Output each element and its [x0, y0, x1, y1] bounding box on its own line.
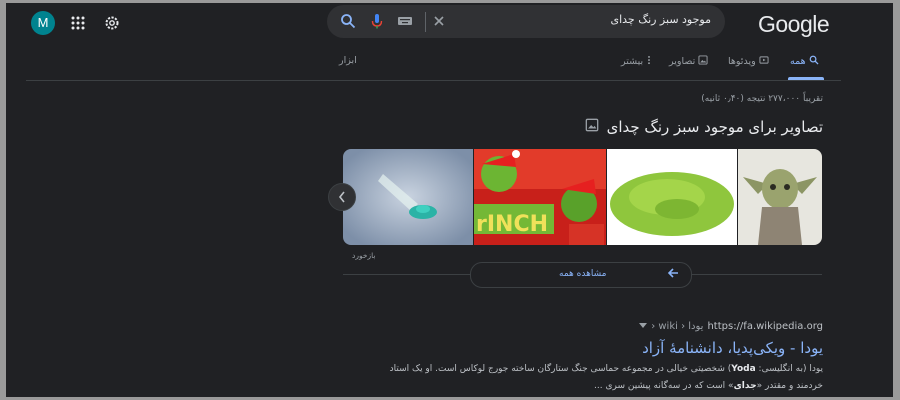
- result-title-link[interactable]: یودا - ویکی‌پدیا، دانشنامهٔ آزاد: [642, 339, 823, 357]
- tab-tools-label: ابزار: [339, 55, 357, 66]
- browser-viewport: Google موجود سبز رنگ چدای M همه ویدئوها …: [6, 3, 893, 397]
- search-input[interactable]: موجود سبز رنگ چدای: [610, 13, 711, 26]
- result-cite: › wiki › یودا https://fa.wikipedia.org: [639, 321, 823, 332]
- image-thumbnail-green-powder[interactable]: [607, 149, 737, 245]
- snippet-text: ) شخصیتی خیالی در مجموعه حماسی جنگ ستارگ…: [389, 364, 732, 374]
- snippet-text: خردمند و مقتدر «: [756, 381, 823, 391]
- tab-all-label: همه: [790, 56, 806, 67]
- account-avatar[interactable]: M: [31, 11, 55, 35]
- see-all-label: مشاهده همه: [559, 269, 607, 279]
- arrow-left-icon: [667, 267, 679, 282]
- search-divider: [425, 12, 426, 32]
- tab-tools[interactable]: ابزار: [339, 55, 357, 66]
- tab-more[interactable]: بیشتر: [621, 55, 652, 68]
- see-all-images-button[interactable]: مشاهده همه: [470, 262, 692, 288]
- svg-text:rINCH: rINCH: [476, 212, 548, 237]
- image-icon: [585, 118, 599, 136]
- images-heading-label: تصاویر برای موجود سبز رنگ چدای: [606, 118, 823, 136]
- tab-more-label: بیشتر: [621, 56, 644, 67]
- result-snippet: یودا (به انگلیسی: Yoda) شخصیتی خیالی در …: [353, 361, 823, 395]
- image-thumbnail-ufo[interactable]: [343, 149, 473, 245]
- clear-icon[interactable]: [431, 13, 447, 29]
- search-icon: [809, 55, 819, 68]
- tab-images-label: تصاویر: [669, 56, 696, 67]
- keyboard-icon[interactable]: [397, 13, 413, 29]
- result-cite-path: › wiki › یودا: [651, 321, 704, 332]
- tabs-divider: [26, 80, 841, 81]
- image-thumbnail-grinch[interactable]: rINCH: [474, 149, 606, 245]
- snippet-text: یودا (به انگلیسی:: [755, 364, 823, 374]
- snippet-highlight: Yoda: [731, 364, 756, 374]
- google-logo[interactable]: Google: [758, 11, 830, 38]
- tab-videos-label: ویدئوها: [728, 56, 756, 67]
- image-carousel: rINCH: [343, 149, 822, 245]
- carousel-prev-button[interactable]: [328, 183, 356, 211]
- snippet-highlight: جدای: [733, 381, 757, 391]
- snippet-text: » است که در سه‌گانه پیشین سری ...: [594, 381, 734, 391]
- microphone-icon[interactable]: [369, 13, 385, 29]
- tab-videos[interactable]: ویدئوها: [728, 55, 769, 68]
- result-stats: تقریباً ۲۷۷،۰۰۰ نتیجه (۰٫۴۰ ثانیه): [701, 94, 823, 104]
- image-thumbnail-yoda[interactable]: [738, 149, 822, 245]
- result-cite-url: https://fa.wikipedia.org: [707, 321, 823, 332]
- search-box[interactable]: موجود سبز رنگ چدای: [327, 5, 725, 38]
- feedback-link[interactable]: بازخورد: [352, 251, 375, 260]
- video-icon: [759, 55, 769, 68]
- chevron-down-icon[interactable]: [639, 321, 648, 332]
- search-icon[interactable]: [340, 13, 356, 29]
- image-icon: [698, 55, 708, 68]
- settings-gear-icon[interactable]: [104, 15, 120, 31]
- tab-all[interactable]: همه: [790, 55, 819, 68]
- apps-grid-icon[interactable]: [70, 15, 86, 31]
- images-heading[interactable]: تصاویر برای موجود سبز رنگ چدای: [585, 118, 823, 136]
- tab-images[interactable]: تصاویر: [669, 55, 708, 68]
- more-vert-icon: [646, 55, 652, 68]
